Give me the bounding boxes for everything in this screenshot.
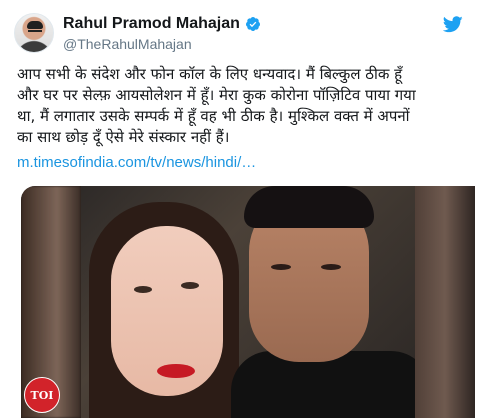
tweet-text-line: और घर पर सेल्फ़ आयसोलेशन में हूँ। मेरा क… [17,86,416,104]
toi-logo: TOI [24,377,60,413]
tweet-text-line: का साथ छोड़ दूँ ऐसे मेरे संस्कार नहीं है… [17,128,230,146]
twitter-bird-icon[interactable] [443,16,463,33]
tweet-text-line: आप सभी के संदेश और फोन कॉल के लिए धन्यवा… [17,65,403,83]
selfie-photo [81,186,415,418]
author-name-row: Rahul Pramod Mahajan [63,14,261,34]
tweet-text-line: था, मैं लगातार उसके सम्पर्क में हूँ वह भ… [17,107,410,125]
tweet-link[interactable]: m.timesofindia.com/tv/news/hindi/… [17,154,256,171]
author-display-name[interactable]: Rahul Pramod Mahajan [63,15,240,33]
avatar-hair [27,21,43,29]
tweet-card: Rahul Pramod Mahajan @TheRahulMahajan आप… [0,0,477,418]
verified-badge-icon [245,17,260,31]
author-handle[interactable]: @TheRahulMahajan [63,36,192,52]
avatar[interactable] [14,13,54,53]
tweet-media-image[interactable]: TOI [21,186,475,418]
avatar-glasses [28,30,42,35]
tweet-text: आप सभी के संदेश और फोन कॉल के लिए धन्यवा… [17,64,467,148]
media-blur-right [415,186,475,418]
